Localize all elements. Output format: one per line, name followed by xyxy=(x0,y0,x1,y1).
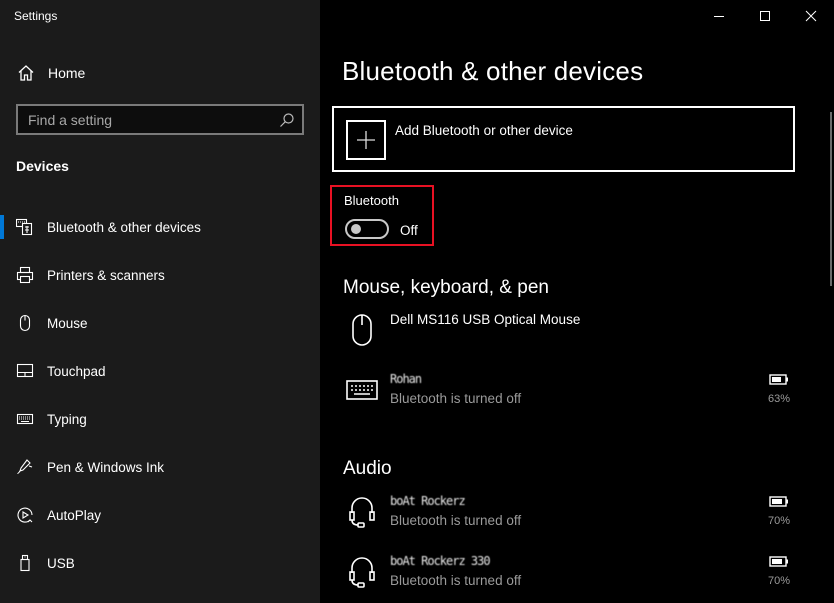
sidebar-item-label: AutoPlay xyxy=(47,507,102,523)
usb-icon xyxy=(16,554,34,572)
maximize-icon xyxy=(760,11,770,21)
mouse-icon xyxy=(16,314,34,332)
sidebar-item-typing[interactable]: Typing xyxy=(0,395,320,443)
device-status: Bluetooth is turned off xyxy=(390,513,522,528)
battery-percent: 70% xyxy=(767,515,791,527)
battery-percent: 63% xyxy=(767,393,791,405)
sidebar-item-label: Typing xyxy=(47,411,87,427)
home-icon xyxy=(18,65,34,81)
sidebar: Settings Home Devices Bluetooth & other … xyxy=(0,0,320,603)
autoplay-icon xyxy=(16,506,34,524)
sidebar-item-bluetooth[interactable]: Bluetooth & other devices xyxy=(0,203,320,251)
battery-percent: 70% xyxy=(767,575,791,587)
touchpad-icon xyxy=(16,362,34,380)
sidebar-item-autoplay[interactable]: AutoPlay xyxy=(0,491,320,539)
device-item[interactable]: boAt Rockerz 330 Bluetooth is turned off… xyxy=(344,554,794,598)
battery-icon xyxy=(769,374,788,385)
close-button[interactable] xyxy=(788,0,834,32)
search-box[interactable] xyxy=(16,104,304,135)
sidebar-item-label: Mouse xyxy=(47,315,88,331)
app-title: Settings xyxy=(14,9,58,23)
sidebar-item-usb[interactable]: USB xyxy=(0,539,320,587)
sidebar-item-mouse[interactable]: Mouse xyxy=(0,299,320,347)
sidebar-nav: Bluetooth & other devices Printers & sca… xyxy=(0,203,320,587)
group-title-input-devices: Mouse, keyboard, & pen xyxy=(343,277,549,298)
toggle-knob xyxy=(351,224,361,234)
add-device-button[interactable]: Add Bluetooth or other device xyxy=(332,106,795,172)
search-input[interactable] xyxy=(28,111,279,128)
sidebar-item-label: Pen & Windows Ink xyxy=(47,459,165,475)
headset-icon xyxy=(344,494,380,530)
battery-icon xyxy=(769,556,788,567)
device-name-redacted: Rohan xyxy=(390,372,422,386)
keyboard-icon xyxy=(344,372,380,408)
search-icon[interactable] xyxy=(279,112,295,128)
device-item[interactable]: Rohan Bluetooth is turned off 63% xyxy=(344,372,794,416)
page-title: Bluetooth & other devices xyxy=(342,56,644,86)
device-name-redacted: boAt Rockerz xyxy=(390,494,466,508)
plus-icon xyxy=(346,120,386,160)
device-name: Dell MS116 USB Optical Mouse xyxy=(390,312,581,327)
bluetooth-state: Off xyxy=(400,223,418,238)
printer-icon xyxy=(16,266,34,284)
main-pane: Bluetooth & other devices Add Bluetooth … xyxy=(320,0,834,603)
sidebar-item-touchpad[interactable]: Touchpad xyxy=(0,347,320,395)
close-icon xyxy=(805,10,817,22)
battery-indicator: 63% xyxy=(764,372,794,405)
minimize-icon xyxy=(714,16,724,17)
device-status: Bluetooth is turned off xyxy=(390,391,522,406)
battery-icon xyxy=(769,496,788,507)
device-name-redacted: boAt Rockerz 330 xyxy=(390,554,491,568)
sidebar-item-label: Printers & scanners xyxy=(47,267,165,283)
maximize-button[interactable] xyxy=(742,0,788,32)
sidebar-item-printers[interactable]: Printers & scanners xyxy=(0,251,320,299)
sidebar-item-label: USB xyxy=(47,555,75,571)
battery-indicator: 70% xyxy=(764,494,794,527)
device-item[interactable]: Dell MS116 USB Optical Mouse xyxy=(344,312,794,356)
bluetooth-devices-icon xyxy=(16,218,34,236)
minimize-button[interactable] xyxy=(696,0,742,32)
scrollbar[interactable] xyxy=(830,112,832,286)
bluetooth-label: Bluetooth xyxy=(344,193,399,208)
device-item[interactable]: boAt Rockerz Bluetooth is turned off 70% xyxy=(344,494,794,538)
device-status: Bluetooth is turned off xyxy=(390,573,522,588)
sidebar-item-pen[interactable]: Pen & Windows Ink xyxy=(0,443,320,491)
home-label: Home xyxy=(48,65,86,81)
home-nav-item[interactable]: Home xyxy=(16,60,85,86)
sidebar-item-label: Bluetooth & other devices xyxy=(47,219,201,235)
keyboard-icon xyxy=(16,410,34,428)
bluetooth-setting-highlight: Bluetooth Off xyxy=(330,185,434,246)
pen-icon xyxy=(16,458,34,476)
section-title: Devices xyxy=(16,158,69,174)
sidebar-item-label: Touchpad xyxy=(47,363,106,379)
add-device-label: Add Bluetooth or other device xyxy=(395,123,573,138)
bluetooth-toggle[interactable] xyxy=(345,219,389,239)
headset-icon xyxy=(344,554,380,590)
battery-indicator: 70% xyxy=(764,554,794,587)
mouse-icon xyxy=(344,312,380,348)
group-title-audio: Audio xyxy=(343,458,392,479)
